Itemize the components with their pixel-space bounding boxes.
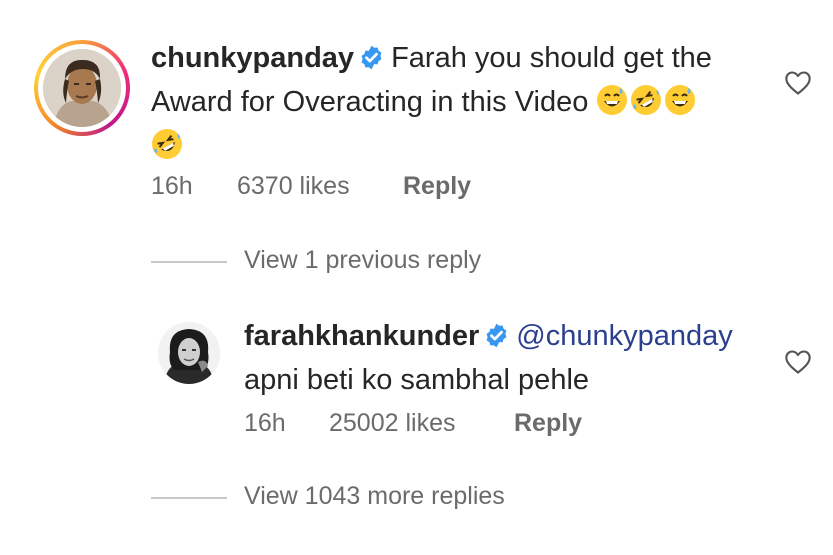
reply-likes[interactable]: 25002 likes [329, 409, 455, 438]
avatar [43, 49, 121, 127]
thread-divider [151, 261, 227, 263]
reply-reply-button[interactable]: Reply [514, 409, 582, 438]
grinning-face-with-sweat-icon [597, 85, 628, 115]
comments-thread: chunkypanday Farah you should get the Awa… [0, 0, 833, 555]
view-previous-replies-label: View 1 previous reply [244, 246, 482, 274]
rolling-on-the-floor-laughing-icon [631, 85, 662, 115]
verified-badge-icon [361, 45, 382, 70]
comment-meta: 16h 6370 likes Reply [151, 172, 511, 202]
comment-reply-button[interactable]: Reply [403, 172, 471, 201]
reply-body: farahkhankunder @chunkypanday apni beti k… [244, 314, 774, 402]
thread-divider [151, 497, 227, 499]
heart-outline-icon[interactable] [784, 70, 812, 96]
view-more-replies-button[interactable]: View 1043 more replies [244, 482, 505, 511]
reply-time: 16h [244, 409, 286, 437]
comment-likes[interactable]: 6370 likes [237, 172, 350, 201]
view-previous-replies-button[interactable]: View 1 previous reply [244, 246, 481, 275]
comment-username[interactable]: chunkypanday [151, 42, 354, 74]
verified-badge-icon [486, 323, 507, 348]
rolling-on-the-floor-laughing-icon [152, 129, 182, 159]
reply-username[interactable]: farahkhankunder [244, 320, 479, 352]
reply-meta: 16h 25002 likes Reply [244, 409, 604, 439]
comment-text-line1: Farah you should get the [391, 42, 712, 74]
comment-body: chunkypanday Farah you should get the Awa… [151, 36, 771, 168]
avatar-story-ring[interactable] [34, 40, 130, 136]
view-more-replies-label: View 1043 more replies [244, 482, 505, 510]
heart-outline-icon[interactable] [784, 349, 812, 375]
comment-text-line2: Award for Overacting in this Video [151, 86, 589, 118]
reply-text: apni beti ko sambhal pehle [244, 364, 590, 396]
grinning-face-with-sweat-icon [665, 85, 696, 115]
reply-avatar[interactable] [158, 322, 220, 384]
reply-mention-link[interactable]: @chunkypanday [516, 320, 732, 352]
comment-time: 16h [151, 172, 193, 200]
